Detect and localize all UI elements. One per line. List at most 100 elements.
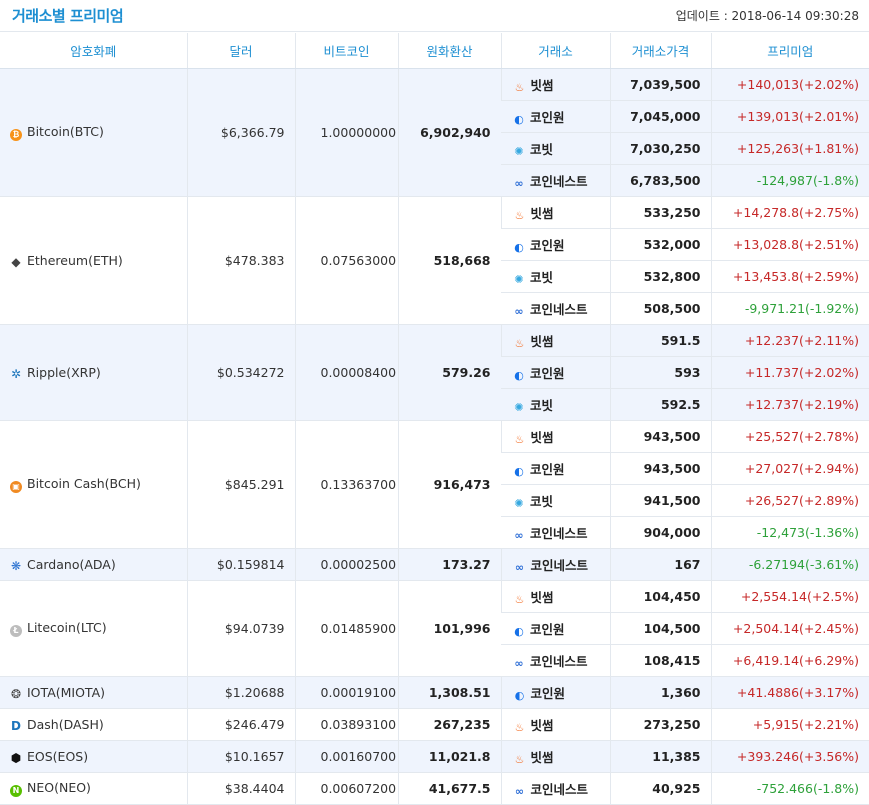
coin-name[interactable]: Ripple(XRP)	[27, 365, 101, 380]
exchange-cell[interactable]: ♨ 빗썸	[500, 324, 610, 357]
exchange-name[interactable]: 코인원	[530, 366, 565, 381]
krw-converted-price: 518,668	[397, 196, 501, 325]
exchange-cell[interactable]: ♨ 빗썸	[500, 420, 610, 453]
column-header-exchange-price[interactable]: 거래소가격	[609, 33, 711, 69]
exchange-price: 532,000	[609, 228, 711, 261]
exchange-cell[interactable]: ♨ 빗썸	[500, 740, 610, 773]
column-header-exchange[interactable]: 거래소	[500, 33, 610, 69]
column-header-krw[interactable]: 원화환산	[397, 33, 501, 69]
column-header-premium[interactable]: 프리미엄	[710, 33, 869, 69]
exchange-cell[interactable]: ♨ 빗썸	[500, 708, 610, 741]
exchange-cell[interactable]: ◐ 코인원	[501, 100, 610, 133]
coin-name[interactable]: NEO(NEO)	[27, 780, 91, 795]
exchange-name[interactable]: 빗썸	[531, 334, 554, 349]
table-row[interactable]: Ł Litecoin(LTC) $94.0739 0.01485900 101,996 ♨…	[0, 580, 869, 677]
premium-value: +25,527(+2.78%)	[710, 420, 869, 453]
exchange-cell[interactable]: ∞ 코인네스트	[501, 516, 610, 549]
table-row[interactable]: ▣ Bitcoin Cash(BCH) $845.291 0.13363700 916,…	[0, 420, 869, 549]
coin-name[interactable]: Ethereum(ETH)	[27, 253, 123, 268]
usd-price: $10.1657	[186, 740, 295, 773]
bithumb-icon: ♨	[514, 432, 525, 446]
table-row[interactable]: ₿ Bitcoin(BTC) $6,366.79 1.00000000 6,902,94…	[0, 68, 869, 197]
exchange-cell[interactable]: ∞ 코인네스트	[500, 772, 610, 805]
exchange-name[interactable]: 코인네스트	[531, 782, 589, 797]
exchange-name[interactable]: 코인원	[530, 110, 565, 125]
column-header-usd[interactable]: 달러	[186, 33, 295, 69]
table-row[interactable]: N NEO(NEO) $38.4404 0.00607200 41,677.5 ∞ 코인네스…	[0, 772, 869, 805]
exchange-name[interactable]: 빗썸	[531, 590, 554, 605]
exchange-name[interactable]: 코빗	[530, 142, 553, 157]
exchange-cell[interactable]: ✺ 코빗	[501, 260, 610, 293]
exchange-name[interactable]: 빗썸	[531, 718, 554, 733]
korbit-icon: ✺	[514, 496, 524, 510]
exchange-cell[interactable]: ✺ 코빗	[501, 484, 610, 517]
exchange-cell[interactable]: ◐ 코인원	[500, 676, 610, 709]
exchange-price: 11,385	[609, 740, 711, 773]
btc-price: 0.13363700	[294, 420, 398, 549]
exchange-name[interactable]: 코인원	[530, 622, 565, 637]
coin-name-cell: Ł Litecoin(LTC)	[0, 580, 187, 677]
coin-name[interactable]: Dash(DASH)	[27, 717, 104, 732]
exchange-name[interactable]: 빗썸	[531, 206, 554, 221]
exchange-name[interactable]: 코빗	[530, 494, 553, 509]
exchange-name[interactable]: 코인네스트	[530, 174, 588, 189]
btc-price: 1.00000000	[294, 68, 398, 197]
exchange-price: 108,415	[609, 644, 711, 677]
coinnest-icon: ∞	[514, 560, 525, 574]
exchange-name[interactable]: 코인원	[531, 686, 566, 701]
exchange-cell[interactable]: ♨ 빗썸	[500, 580, 610, 613]
dash-icon: D	[11, 718, 21, 733]
table-row[interactable]: ❂ IOTA(MIOTA) $1.20688 0.00019100 1,308.51 ◐ 코…	[0, 676, 869, 709]
coin-name[interactable]: EOS(EOS)	[27, 749, 88, 764]
exchange-cell[interactable]: ∞ 코인네스트	[500, 548, 610, 581]
premium-value: +11.737(+2.02%)	[710, 356, 869, 389]
exchange-cell[interactable]: ◐ 코인원	[501, 612, 610, 645]
exchange-name[interactable]: 코인네스트	[531, 558, 589, 573]
exchange-name[interactable]: 코빗	[530, 270, 553, 285]
exchange-cell[interactable]: ♨ 빗썸	[500, 68, 610, 101]
exchange-cell[interactable]: ∞ 코인네스트	[501, 292, 610, 325]
exchange-cell[interactable]: ∞ 코인네스트	[501, 164, 610, 197]
table-row[interactable]: ⬢ EOS(EOS) $10.1657 0.00160700 11,021.8 ♨ 빗썸 11…	[0, 740, 869, 773]
bithumb-icon: ♨	[514, 752, 525, 766]
coin-name[interactable]: Cardano(ADA)	[27, 557, 116, 572]
exchange-name[interactable]: 코인원	[530, 238, 565, 253]
table-row[interactable]: D Dash(DASH) $246.479 0.03893100 267,235 ♨ 빗썸 2…	[0, 708, 869, 741]
bitcoin-cash-icon: ▣	[10, 480, 22, 493]
btc-price: 0.00019100	[294, 676, 398, 709]
table-row[interactable]: ❋ Cardano(ADA) $0.159814 0.00002500 173.27 ∞ 코…	[0, 548, 869, 581]
exchange-cell[interactable]: ◐ 코인원	[501, 228, 610, 261]
exchange-name[interactable]: 빗썸	[531, 430, 554, 445]
bithumb-icon: ♨	[514, 80, 525, 94]
table-row[interactable]: ◆ Ethereum(ETH) $478.383 0.07563000 518,668 ♨…	[0, 196, 869, 325]
exchange-price: 508,500	[609, 292, 711, 325]
exchange-price: 592.5	[609, 388, 711, 421]
coin-name[interactable]: Bitcoin Cash(BCH)	[27, 476, 141, 491]
exchange-cell[interactable]: ✺ 코빗	[501, 388, 610, 421]
exchange-cell[interactable]: ♨ 빗썸	[500, 196, 610, 229]
btc-price: 0.00008400	[294, 324, 398, 421]
exchange-name[interactable]: 코빗	[530, 398, 553, 413]
exchange-name[interactable]: 코인네스트	[530, 654, 588, 669]
premium-value: +26,527(+2.89%)	[710, 484, 869, 517]
table-row[interactable]: ✲ Ripple(XRP) $0.534272 0.00008400 579.26 ♨ 빗썸…	[0, 324, 869, 421]
coin-name[interactable]: Bitcoin(BTC)	[27, 124, 104, 139]
exchange-cell[interactable]: ◐ 코인원	[501, 356, 610, 389]
ethereum-icon: ◆	[11, 254, 21, 269]
column-header-btc[interactable]: 비트코인	[294, 33, 398, 69]
usd-price: $845.291	[186, 420, 295, 549]
premium-value: -124,987(-1.8%)	[710, 164, 869, 197]
exchange-cell[interactable]: ∞ 코인네스트	[501, 644, 610, 677]
coin-name[interactable]: IOTA(MIOTA)	[27, 685, 105, 700]
exchange-cell[interactable]: ✺ 코빗	[501, 132, 610, 165]
coin-name[interactable]: Litecoin(LTC)	[27, 620, 107, 635]
premium-value: +13,453.8(+2.59%)	[710, 260, 869, 293]
premium-value: +393.246(+3.56%)	[710, 740, 869, 773]
exchange-name[interactable]: 빗썸	[531, 750, 554, 765]
exchange-name[interactable]: 코인원	[530, 462, 565, 477]
exchange-cell[interactable]: ◐ 코인원	[501, 452, 610, 485]
exchange-name[interactable]: 빗썸	[531, 78, 554, 93]
exchange-name[interactable]: 코인네스트	[530, 302, 588, 317]
column-header-coin[interactable]: 암호화폐	[0, 33, 187, 69]
exchange-name[interactable]: 코인네스트	[530, 526, 588, 541]
